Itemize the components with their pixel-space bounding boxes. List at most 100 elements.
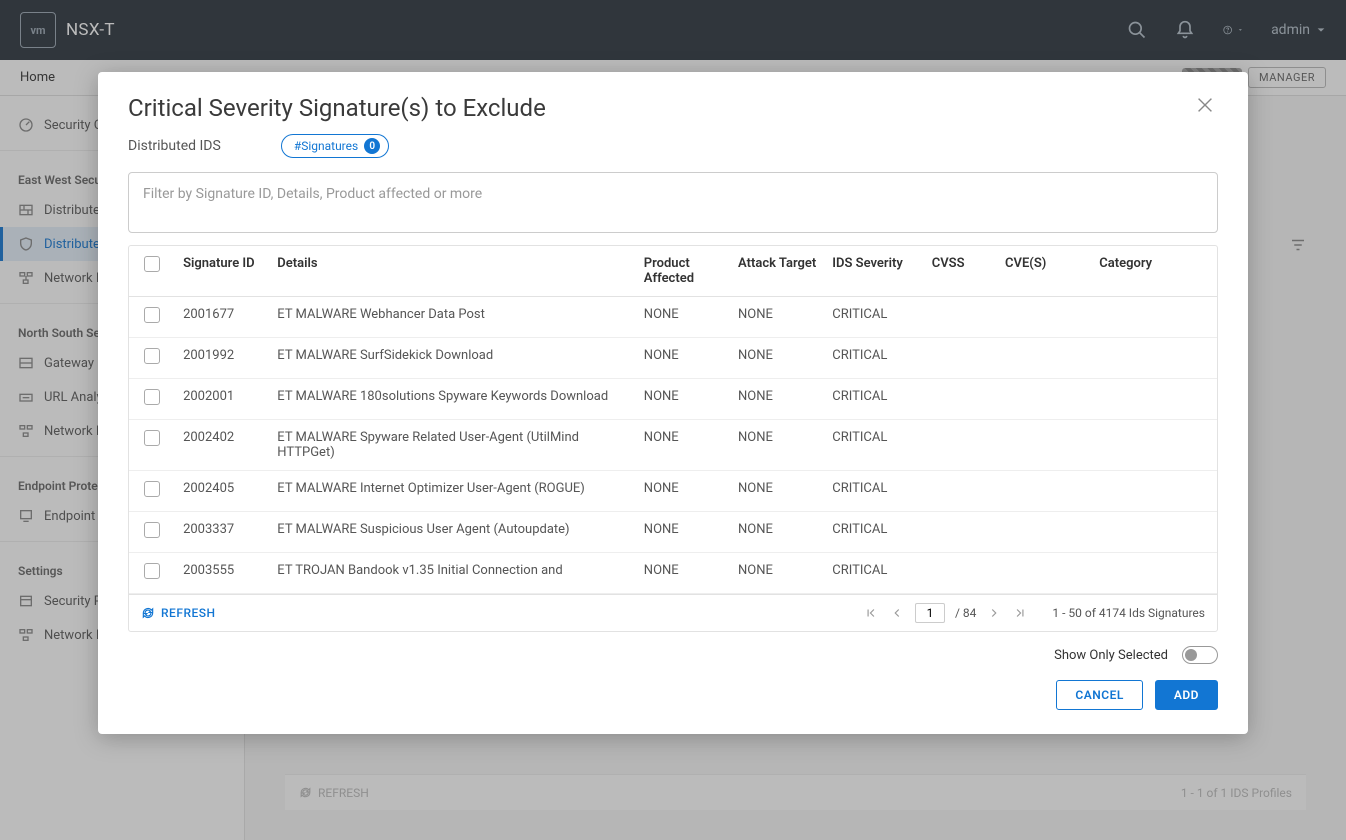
table-row[interactable]: 2001677 ET MALWARE Webhancer Data Post N… xyxy=(129,297,1217,338)
exclude-signatures-modal: Critical Severity Signature(s) to Exclud… xyxy=(98,72,1248,734)
cell-details: ET MALWARE Webhancer Data Post xyxy=(269,297,636,338)
cell-cvss xyxy=(924,471,997,512)
cell-details: ET MALWARE 180solutions Spyware Keywords… xyxy=(269,379,636,420)
page-input[interactable] xyxy=(915,603,945,623)
row-checkbox[interactable] xyxy=(144,389,160,405)
cell-signature-id: 2003555 xyxy=(175,553,269,594)
modal-subtitle: Distributed IDS xyxy=(128,138,221,154)
cell-severity: CRITICAL xyxy=(824,420,923,471)
cell-category xyxy=(1091,379,1217,420)
cell-cvss xyxy=(924,338,997,379)
table-row[interactable]: 2002001 ET MALWARE 180solutions Spyware … xyxy=(129,379,1217,420)
first-page-icon[interactable] xyxy=(863,605,879,621)
cell-signature-id: 2002402 xyxy=(175,420,269,471)
cell-details: ET MALWARE Suspicious User Agent (Autoup… xyxy=(269,512,636,553)
cell-severity: CRITICAL xyxy=(824,297,923,338)
pager-summary: 1 - 50 of 4174 Ids Signatures xyxy=(1052,606,1205,620)
cell-cve xyxy=(997,297,1091,338)
chip-count: 0 xyxy=(364,138,380,154)
cell-details: ET MALWARE Spyware Related User-Agent (U… xyxy=(269,420,636,471)
cell-category xyxy=(1091,512,1217,553)
cell-category xyxy=(1091,420,1217,471)
cell-signature-id: 2001677 xyxy=(175,297,269,338)
table-footer: REFRESH / 84 xyxy=(129,594,1217,631)
col-attack[interactable]: Attack Target xyxy=(730,246,824,297)
col-category[interactable]: Category xyxy=(1091,246,1217,297)
cell-attack: NONE xyxy=(730,512,824,553)
cell-details: ET MALWARE SurfSidekick Download xyxy=(269,338,636,379)
col-details[interactable]: Details xyxy=(269,246,636,297)
col-cvss[interactable]: CVSS xyxy=(924,246,997,297)
row-checkbox[interactable] xyxy=(144,430,160,446)
add-button[interactable]: ADD xyxy=(1155,680,1218,710)
table-row[interactable]: 2001992 ET MALWARE SurfSidekick Download… xyxy=(129,338,1217,379)
cell-product: NONE xyxy=(636,471,730,512)
cell-cve xyxy=(997,512,1091,553)
col-product[interactable]: Product Affected xyxy=(636,246,730,297)
cell-product: NONE xyxy=(636,420,730,471)
modal-title: Critical Severity Signature(s) to Exclud… xyxy=(128,94,546,122)
cell-signature-id: 2002405 xyxy=(175,471,269,512)
row-checkbox[interactable] xyxy=(144,307,160,323)
cell-attack: NONE xyxy=(730,338,824,379)
show-only-selected-label: Show Only Selected xyxy=(1054,648,1168,663)
cell-severity: CRITICAL xyxy=(824,379,923,420)
cell-severity: CRITICAL xyxy=(824,512,923,553)
last-page-icon[interactable] xyxy=(1012,605,1028,621)
col-severity[interactable]: IDS Severity xyxy=(824,246,923,297)
cell-category xyxy=(1091,553,1217,594)
show-only-selected-toggle[interactable] xyxy=(1182,646,1218,664)
cell-cve xyxy=(997,338,1091,379)
cell-product: NONE xyxy=(636,297,730,338)
cell-product: NONE xyxy=(636,512,730,553)
row-checkbox[interactable] xyxy=(144,522,160,538)
cell-severity: CRITICAL xyxy=(824,471,923,512)
cell-attack: NONE xyxy=(730,379,824,420)
refresh-button[interactable]: REFRESH xyxy=(141,606,216,620)
cancel-button[interactable]: CANCEL xyxy=(1056,680,1142,710)
col-cve[interactable]: CVE(S) xyxy=(997,246,1091,297)
col-signature-id[interactable]: Signature ID xyxy=(175,246,269,297)
cell-category xyxy=(1091,297,1217,338)
table-row[interactable]: 2003337 ET MALWARE Suspicious User Agent… xyxy=(129,512,1217,553)
select-all-checkbox[interactable] xyxy=(144,256,160,272)
cell-details: ET TROJAN Bandook v1.35 Initial Connecti… xyxy=(269,553,636,594)
cell-product: NONE xyxy=(636,338,730,379)
signatures-table: Signature ID Details Product Affected At… xyxy=(128,245,1218,632)
cell-details: ET MALWARE Internet Optimizer User-Agent… xyxy=(269,471,636,512)
table-row[interactable]: 2002402 ET MALWARE Spyware Related User-… xyxy=(129,420,1217,471)
cell-attack: NONE xyxy=(730,420,824,471)
cell-attack: NONE xyxy=(730,297,824,338)
refresh-label: REFRESH xyxy=(161,606,216,620)
table-row[interactable]: 2003555 ET TROJAN Bandook v1.35 Initial … xyxy=(129,553,1217,594)
cell-cvss xyxy=(924,379,997,420)
cell-category xyxy=(1091,471,1217,512)
search-input[interactable]: Filter by Signature ID, Details, Product… xyxy=(128,172,1218,233)
table-row[interactable]: 2002405 ET MALWARE Internet Optimizer Us… xyxy=(129,471,1217,512)
cell-attack: NONE xyxy=(730,471,824,512)
cell-cvss xyxy=(924,512,997,553)
next-page-icon[interactable] xyxy=(986,605,1002,621)
cell-cvss xyxy=(924,553,997,594)
cell-signature-id: 2001992 xyxy=(175,338,269,379)
cell-cve xyxy=(997,379,1091,420)
cell-attack: NONE xyxy=(730,553,824,594)
cell-cve xyxy=(997,471,1091,512)
row-checkbox[interactable] xyxy=(144,563,160,579)
cell-cve xyxy=(997,553,1091,594)
row-checkbox[interactable] xyxy=(144,348,160,364)
cell-signature-id: 2002001 xyxy=(175,379,269,420)
prev-page-icon[interactable] xyxy=(889,605,905,621)
cell-severity: CRITICAL xyxy=(824,553,923,594)
cell-cvss xyxy=(924,420,997,471)
cell-cve xyxy=(997,420,1091,471)
signatures-chip[interactable]: #Signatures 0 xyxy=(281,134,389,158)
chip-label: #Signatures xyxy=(294,139,358,153)
modal-overlay: Critical Severity Signature(s) to Exclud… xyxy=(0,0,1346,840)
cell-product: NONE xyxy=(636,379,730,420)
cell-severity: CRITICAL xyxy=(824,338,923,379)
close-icon[interactable] xyxy=(1194,94,1218,118)
cell-product: NONE xyxy=(636,553,730,594)
row-checkbox[interactable] xyxy=(144,481,160,497)
cell-cvss xyxy=(924,297,997,338)
